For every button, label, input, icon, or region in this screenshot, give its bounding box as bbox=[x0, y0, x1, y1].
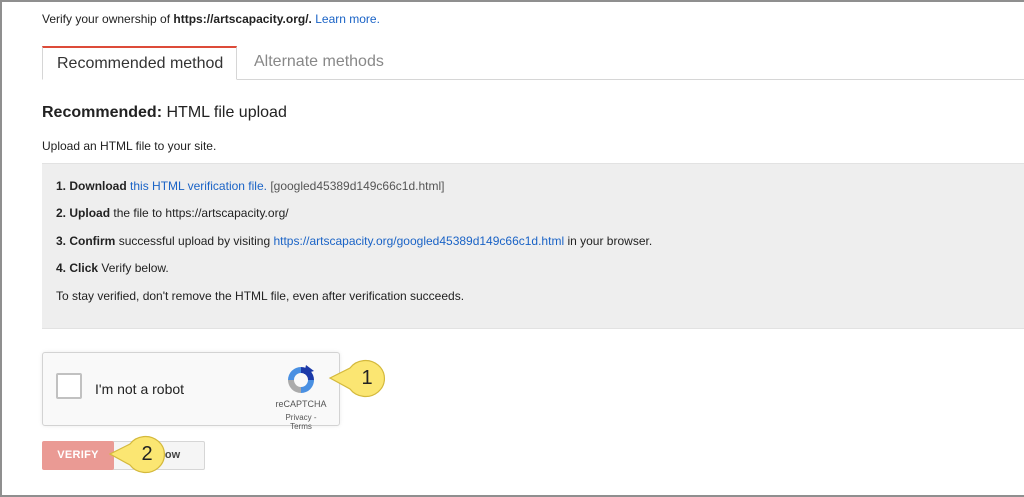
method-subtext: Upload an HTML file to your site. bbox=[42, 139, 217, 153]
callout-2: 2 bbox=[108, 433, 172, 477]
step-verb: Click bbox=[69, 261, 99, 275]
verification-file-name: [googled45389d149c66c1d.html] bbox=[270, 179, 445, 193]
verify-button[interactable]: VERIFY bbox=[42, 441, 114, 470]
callout-number: 1 bbox=[361, 367, 373, 389]
not-a-robot-label: I'm not a robot bbox=[95, 381, 185, 397]
tab-alternate-methods[interactable]: Alternate methods bbox=[240, 46, 398, 79]
step-click: 4. Click Verify below. bbox=[56, 261, 169, 275]
ownership-intro: Verify your ownership of https://artscap… bbox=[42, 12, 380, 26]
callout-number: 2 bbox=[141, 443, 153, 465]
recaptcha-brand: reCAPTCHA bbox=[275, 399, 327, 409]
step-number: 4. bbox=[56, 261, 67, 275]
intro-prefix: Verify your ownership of bbox=[42, 12, 171, 26]
not-a-robot-checkbox[interactable] bbox=[56, 373, 82, 399]
recaptcha-widget: I'm not a robot reCAPTCHA Privacy - Term… bbox=[42, 352, 340, 431]
verification-url-link[interactable]: https://artscapacity.org/googled45389d14… bbox=[273, 234, 564, 248]
step-text: the file to https://artscapacity.org/ bbox=[113, 206, 289, 220]
intro-domain: https://artscapacity.org/. bbox=[173, 12, 312, 26]
verification-file-link[interactable]: this HTML verification file. bbox=[130, 179, 267, 193]
step-verb: Download bbox=[69, 179, 127, 193]
step-text-tail: in your browser. bbox=[567, 234, 653, 248]
step-number: 3. bbox=[56, 234, 67, 248]
stay-verified-note: To stay verified, don't remove the HTML … bbox=[56, 289, 465, 303]
step-text: successful upload by visiting bbox=[118, 234, 271, 248]
heading-rest: HTML file upload bbox=[166, 104, 287, 121]
method-heading: Recommended: HTML file upload bbox=[42, 104, 287, 122]
step-text: Verify below. bbox=[101, 261, 169, 275]
step-verb: Confirm bbox=[69, 234, 116, 248]
steps-panel: 1. Download this HTML verification file.… bbox=[42, 163, 1024, 329]
callout-1: 1 bbox=[328, 358, 392, 402]
step-number: 1. bbox=[56, 179, 67, 193]
recaptcha-privacy-terms: Privacy - Terms bbox=[285, 413, 317, 431]
step-download: 1. Download this HTML verification file.… bbox=[56, 179, 444, 193]
heading-bold: Recommended: bbox=[42, 104, 163, 121]
method-tabs: Recommended method Alternate methods bbox=[42, 46, 1024, 80]
step-upload: 2. Upload the file to https://artscapaci… bbox=[56, 206, 289, 220]
step-verb: Upload bbox=[69, 206, 111, 220]
step-confirm: 3. Confirm successful upload by visiting… bbox=[56, 234, 652, 248]
recaptcha-icon bbox=[288, 365, 314, 393]
tab-recommended-method[interactable]: Recommended method bbox=[42, 46, 237, 80]
learn-more-link[interactable]: Learn more. bbox=[315, 12, 380, 26]
step-number: 2. bbox=[56, 206, 67, 220]
